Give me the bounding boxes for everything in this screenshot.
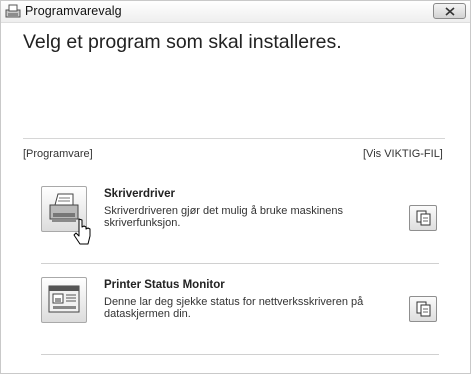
title-bar: Programvarevalg — [1, 1, 470, 23]
install-status-monitor-button[interactable] — [41, 277, 87, 323]
software-section-label: [Programvare] — [23, 148, 93, 160]
view-readme-link[interactable]: [Vis VIKTIG-FIL] — [363, 148, 443, 160]
document-icon — [416, 301, 431, 317]
document-icon — [416, 210, 431, 226]
mouse-cursor-icon — [73, 218, 91, 245]
status-monitor-info-button[interactable] — [409, 296, 437, 322]
printer-driver-info-button[interactable] — [409, 205, 437, 231]
program-divider — [41, 263, 439, 264]
installer-window: Programvarevalg Velg et program som skal… — [0, 0, 471, 374]
window-title: Programvarevalg — [25, 4, 122, 18]
close-icon — [445, 7, 455, 16]
program-divider — [41, 354, 439, 355]
close-button[interactable] — [433, 3, 466, 19]
program-name: Skriverdriver — [104, 188, 175, 200]
program-description: Skriverdriveren gjør det mulig å bruke m… — [104, 205, 344, 229]
app-icon — [5, 4, 21, 19]
header-divider — [23, 138, 445, 139]
program-name: Printer Status Monitor — [104, 279, 225, 291]
program-entry-status-monitor: Printer Status Monitor Denne lar deg sje… — [1, 277, 470, 347]
program-entry-printer-driver: Skriverdriver Skriverdriveren gjør det m… — [1, 186, 470, 256]
page-heading: Velg et program som skal installeres. — [23, 31, 342, 53]
program-description: Denne lar deg sjekke status for nettverk… — [104, 296, 364, 320]
status-monitor-icon — [48, 285, 80, 313]
